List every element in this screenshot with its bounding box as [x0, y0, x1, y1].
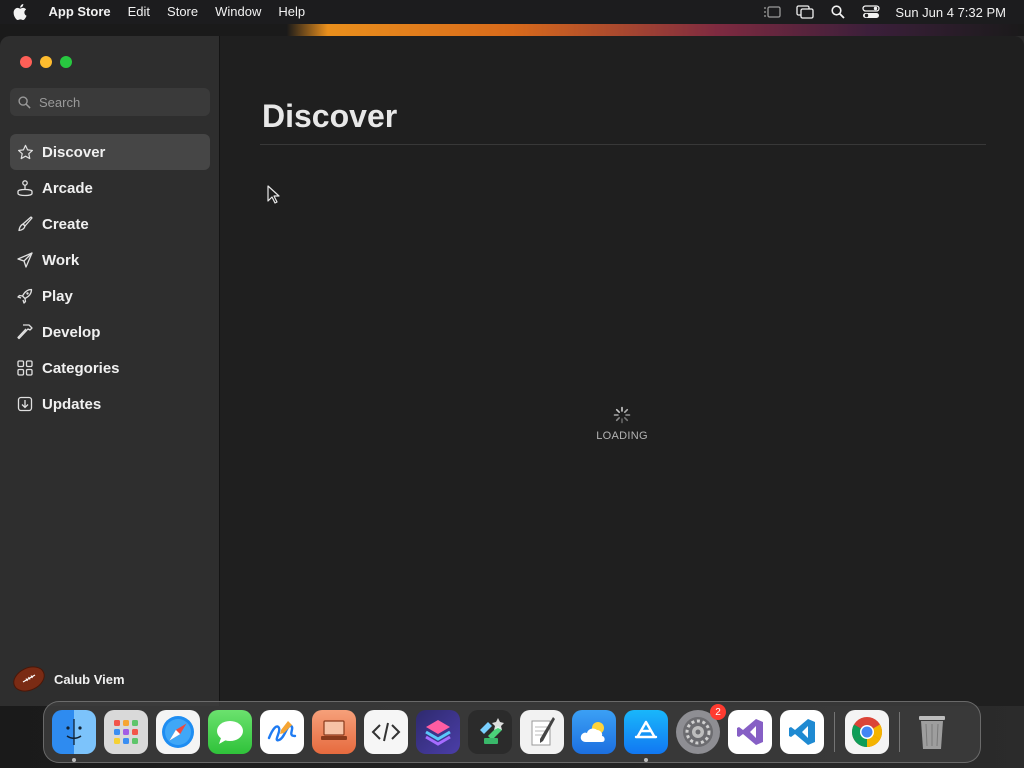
- sidebar-item-updates[interactable]: Updates: [10, 386, 210, 422]
- sidebar-item-create[interactable]: Create: [10, 206, 210, 242]
- brush-icon: [16, 215, 34, 233]
- app-store-icon[interactable]: [624, 710, 668, 762]
- loading-label: LOADING: [596, 430, 648, 442]
- script-editor-icon[interactable]: [364, 710, 408, 754]
- window-controls: [20, 56, 72, 68]
- page-title: Discover: [262, 98, 398, 134]
- script-pen-icon[interactable]: [520, 710, 564, 754]
- sidebar-item-develop[interactable]: Develop: [10, 314, 210, 350]
- minimize-button[interactable]: [40, 56, 52, 68]
- hammer-icon: [16, 323, 34, 341]
- safari-icon[interactable]: [156, 710, 200, 754]
- dock: 2: [43, 701, 981, 763]
- sidebar-item-label: Work: [42, 251, 80, 269]
- sidebar-item-label: Updates: [42, 395, 102, 413]
- sidebar-item-label: Discover: [42, 143, 106, 161]
- title-divider: [260, 144, 986, 145]
- dock-separator: [899, 712, 900, 752]
- download-icon: [16, 395, 34, 413]
- spinner-icon: [613, 406, 631, 424]
- menu-help[interactable]: Help: [270, 0, 314, 24]
- launchpad-icon[interactable]: [104, 710, 148, 754]
- search-placeholder: Search: [39, 94, 81, 110]
- menu-store[interactable]: Store: [159, 0, 207, 24]
- app-utility-icon[interactable]: [468, 710, 512, 754]
- app-store-window: Search Discover Arcade Create Work Play …: [0, 36, 1024, 706]
- sidebar-item-label: Arcade: [42, 179, 93, 197]
- sidebar-item-discover[interactable]: Discover: [10, 134, 210, 170]
- freeform-icon[interactable]: [260, 710, 304, 754]
- screen-mirroring-icon[interactable]: [788, 0, 821, 24]
- keynote-icon[interactable]: [312, 710, 356, 754]
- sidebar-item-work[interactable]: Work: [10, 242, 210, 278]
- control-center-icon[interactable]: [854, 0, 887, 24]
- star-icon: [16, 143, 34, 161]
- sidebar-item-arcade[interactable]: Arcade: [10, 170, 210, 206]
- wallpaper: [0, 24, 1024, 36]
- sidebar-item-label: Categories: [42, 359, 120, 377]
- avatar: [12, 664, 46, 694]
- app-name-menu[interactable]: App Store: [40, 0, 119, 24]
- apple-menu-icon[interactable]: [0, 0, 40, 24]
- sidebar-item-play[interactable]: Play: [10, 278, 210, 314]
- vscode-icon[interactable]: [780, 710, 824, 754]
- close-button[interactable]: [20, 56, 32, 68]
- search-field[interactable]: Search: [10, 88, 210, 116]
- menu-window[interactable]: Window: [207, 0, 270, 24]
- dock-separator: [834, 712, 835, 752]
- menu-bar: App Store Edit Store Window Help Sun Jun…: [0, 0, 1024, 24]
- spotlight-icon[interactable]: [821, 0, 854, 24]
- sidebar: Search Discover Arcade Create Work Play …: [0, 36, 220, 706]
- messages-icon[interactable]: [208, 710, 252, 754]
- zoom-button[interactable]: [60, 56, 72, 68]
- grid-icon: [16, 359, 34, 377]
- mouse-cursor-icon: [267, 185, 281, 210]
- shortcuts-icon[interactable]: [416, 710, 460, 754]
- menu-clock[interactable]: Sun Jun 4 7:32 PM: [887, 5, 1006, 20]
- running-indicator: [72, 758, 76, 762]
- stage-manager-icon[interactable]: [755, 0, 788, 24]
- chrome-icon[interactable]: [845, 710, 889, 754]
- loading-indicator: LOADING: [580, 406, 664, 442]
- rocket-icon: [16, 287, 34, 305]
- notification-badge: 2: [710, 704, 726, 720]
- finder-icon[interactable]: [52, 710, 96, 762]
- system-settings-icon[interactable]: 2: [676, 704, 726, 754]
- main-content: Discover LOADING: [220, 36, 1024, 706]
- user-account-button[interactable]: Calub Viem: [12, 664, 125, 694]
- sidebar-item-categories[interactable]: Categories: [10, 350, 210, 386]
- sidebar-item-label: Develop: [42, 323, 101, 341]
- sidebar-item-label: Create: [42, 215, 89, 233]
- sidebar-item-label: Play: [42, 287, 73, 305]
- user-name: Calub Viem: [54, 671, 125, 687]
- visual-studio-icon[interactable]: [728, 710, 772, 754]
- trash-icon[interactable]: [910, 710, 954, 754]
- running-indicator: [644, 758, 648, 762]
- search-icon: [18, 95, 31, 109]
- paper-plane-icon: [16, 251, 34, 269]
- joystick-icon: [16, 179, 34, 197]
- weather-icon[interactable]: [572, 710, 616, 754]
- menu-edit[interactable]: Edit: [119, 0, 158, 24]
- sidebar-nav: Discover Arcade Create Work Play Develop…: [10, 134, 210, 422]
